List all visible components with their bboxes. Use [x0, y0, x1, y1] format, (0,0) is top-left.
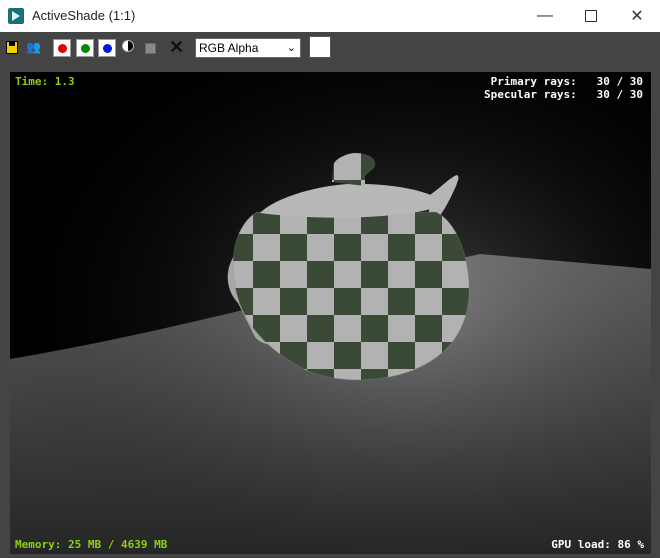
- background-color-swatch[interactable]: [309, 36, 331, 58]
- display-mode-icon[interactable]: [145, 43, 156, 54]
- monochrome-icon[interactable]: [122, 40, 134, 52]
- save-icon[interactable]: [6, 41, 18, 54]
- gpu-load-status: GPU load: 86 %: [551, 538, 644, 551]
- channel-select-value: RGB Alpha: [199, 41, 259, 55]
- maximize-icon: [585, 10, 597, 22]
- app-icon: [8, 8, 24, 24]
- minimize-button[interactable]: —: [522, 0, 568, 32]
- blue-channel-button[interactable]: [98, 39, 116, 57]
- render-viewport[interactable]: Time: 1.3 Primary rays: 30 / 30 Specular…: [10, 72, 651, 554]
- window-title: ActiveShade (1:1): [32, 8, 136, 23]
- primary-rays-status: Primary rays: 30 / 30: [490, 75, 643, 88]
- specular-rays-status: Specular rays: 30 / 30: [484, 88, 643, 101]
- green-dot-icon: [81, 44, 90, 53]
- memory-status: Memory: 25 MB / 4639 MB: [15, 538, 168, 551]
- red-channel-button[interactable]: [53, 39, 71, 57]
- window-titlebar: ActiveShade (1:1) — ✕: [0, 0, 660, 32]
- render-time: Time: 1.3: [15, 75, 75, 88]
- people-icon[interactable]: 👥: [26, 39, 42, 55]
- render-image: [10, 72, 651, 554]
- channel-select[interactable]: RGB Alpha ⌄: [195, 38, 301, 58]
- blue-dot-icon: [103, 44, 112, 53]
- green-channel-button[interactable]: [76, 39, 94, 57]
- close-button[interactable]: ✕: [614, 0, 660, 32]
- clear-icon[interactable]: ✕: [169, 38, 185, 56]
- maximize-button[interactable]: [568, 0, 614, 32]
- red-dot-icon: [58, 44, 67, 53]
- chevron-down-icon: ⌄: [286, 42, 296, 54]
